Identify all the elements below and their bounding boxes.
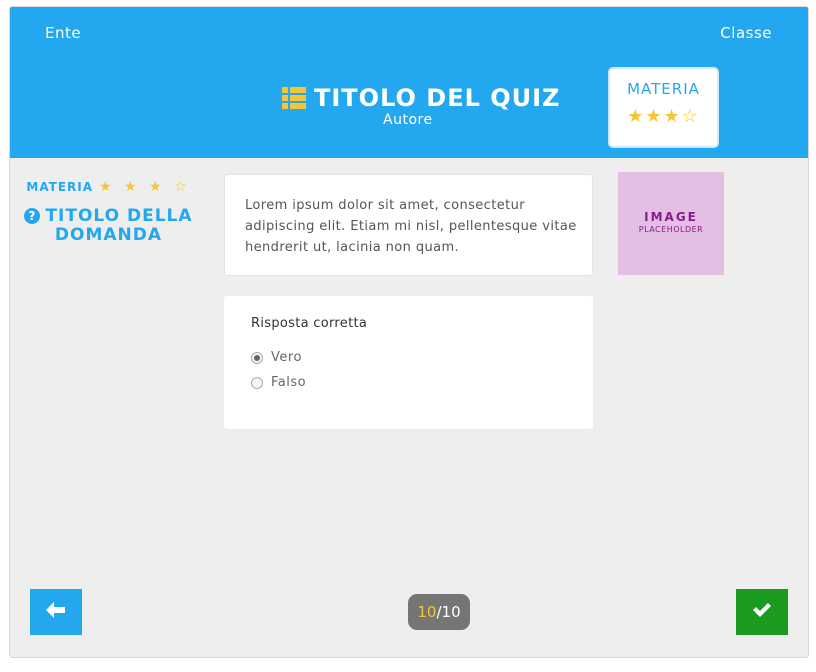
class-label: Classe	[720, 24, 772, 42]
answer-box: Risposta corretta Vero Falso	[224, 296, 593, 429]
image-placeholder: IMAGE PLACEHOLDER	[618, 172, 724, 275]
question-title-block: ? TITOLO DELLA DOMANDA	[10, 207, 207, 245]
answer-option-label: Falso	[271, 375, 307, 390]
question-text-box: Lorem ipsum dolor sit amet, consectetur …	[224, 174, 593, 276]
question-rating-stars: ★ ★ ★ ☆	[99, 179, 191, 195]
page-counter-current: 10	[417, 603, 437, 621]
quiz-title-row: TITOLO DEL QUIZ	[282, 84, 560, 112]
answer-option-true[interactable]: Vero	[251, 345, 566, 370]
quiz-frame: Ente Classe TITOLO DEL QUIZ Autore MATER…	[9, 6, 809, 658]
radio-true[interactable]	[251, 351, 263, 364]
arrow-left-icon	[46, 602, 66, 622]
subject-card-label: MATERIA	[627, 80, 700, 98]
confirm-button[interactable]	[736, 589, 788, 635]
page-counter-total: 10	[441, 603, 461, 621]
question-subject: MATERIA	[26, 180, 94, 194]
institution-label: Ente	[45, 24, 82, 42]
back-button[interactable]	[30, 589, 82, 635]
question-subject-row: MATERIA ★ ★ ★ ☆	[10, 179, 207, 195]
answer-label: Risposta corretta	[251, 316, 368, 331]
image-placeholder-subtitle: PLACEHOLDER	[638, 225, 704, 234]
subject-card: MATERIA ★★★☆	[608, 67, 719, 148]
answer-option-false[interactable]: Falso	[251, 370, 566, 395]
subject-card-rating-stars: ★★★☆	[627, 106, 700, 127]
list-icon	[282, 87, 306, 109]
answer-option-label: Vero	[271, 350, 302, 365]
question-sidebar: MATERIA ★ ★ ★ ☆ ? TITOLO DELLA DOMANDA	[10, 179, 207, 245]
quiz-title: TITOLO DEL QUIZ	[314, 84, 561, 112]
answer-options: Vero Falso	[251, 345, 566, 395]
image-placeholder-title: IMAGE	[644, 210, 698, 224]
quiz-header: Ente Classe TITOLO DEL QUIZ Autore MATER…	[10, 7, 808, 158]
question-circle-icon: ?	[24, 208, 41, 224]
page-counter: 10/10	[408, 594, 470, 630]
quiz-author: Autore	[383, 112, 433, 128]
question-title: TITOLO DELLA DOMANDA	[45, 206, 193, 245]
question-text: Lorem ipsum dolor sit amet, consectetur …	[245, 198, 577, 255]
checkmark-icon	[752, 602, 772, 622]
radio-false[interactable]	[251, 376, 263, 389]
